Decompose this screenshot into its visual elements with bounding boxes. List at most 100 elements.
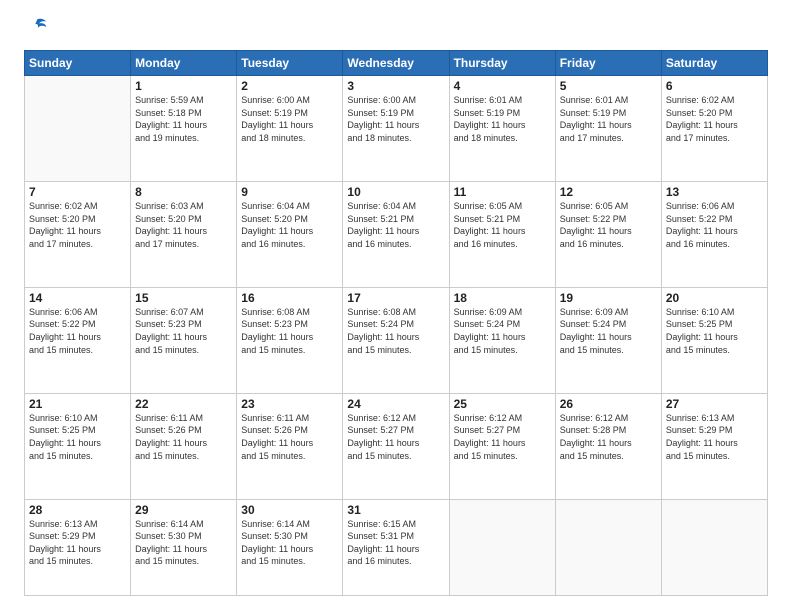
table-cell: 21Sunrise: 6:10 AM Sunset: 5:25 PM Dayli… — [25, 393, 131, 499]
table-cell: 24Sunrise: 6:12 AM Sunset: 5:27 PM Dayli… — [343, 393, 449, 499]
day-number: 30 — [241, 503, 338, 517]
table-cell: 16Sunrise: 6:08 AM Sunset: 5:23 PM Dayli… — [237, 287, 343, 393]
day-number: 20 — [666, 291, 763, 305]
table-cell: 6Sunrise: 6:02 AM Sunset: 5:20 PM Daylig… — [661, 76, 767, 182]
day-number: 23 — [241, 397, 338, 411]
day-info: Sunrise: 6:04 AM Sunset: 5:20 PM Dayligh… — [241, 200, 338, 250]
day-number: 18 — [454, 291, 551, 305]
day-info: Sunrise: 6:01 AM Sunset: 5:19 PM Dayligh… — [454, 94, 551, 144]
day-info: Sunrise: 6:00 AM Sunset: 5:19 PM Dayligh… — [347, 94, 444, 144]
day-number: 27 — [666, 397, 763, 411]
day-info: Sunrise: 6:05 AM Sunset: 5:22 PM Dayligh… — [560, 200, 657, 250]
day-info: Sunrise: 6:11 AM Sunset: 5:26 PM Dayligh… — [241, 412, 338, 462]
table-cell: 19Sunrise: 6:09 AM Sunset: 5:24 PM Dayli… — [555, 287, 661, 393]
table-cell: 9Sunrise: 6:04 AM Sunset: 5:20 PM Daylig… — [237, 181, 343, 287]
table-cell: 8Sunrise: 6:03 AM Sunset: 5:20 PM Daylig… — [131, 181, 237, 287]
table-cell: 15Sunrise: 6:07 AM Sunset: 5:23 PM Dayli… — [131, 287, 237, 393]
day-number: 9 — [241, 185, 338, 199]
day-number: 1 — [135, 79, 232, 93]
table-cell: 26Sunrise: 6:12 AM Sunset: 5:28 PM Dayli… — [555, 393, 661, 499]
day-info: Sunrise: 6:06 AM Sunset: 5:22 PM Dayligh… — [29, 306, 126, 356]
table-cell: 31Sunrise: 6:15 AM Sunset: 5:31 PM Dayli… — [343, 499, 449, 595]
day-info: Sunrise: 6:09 AM Sunset: 5:24 PM Dayligh… — [454, 306, 551, 356]
day-info: Sunrise: 6:07 AM Sunset: 5:23 PM Dayligh… — [135, 306, 232, 356]
table-cell: 25Sunrise: 6:12 AM Sunset: 5:27 PM Dayli… — [449, 393, 555, 499]
day-info: Sunrise: 6:14 AM Sunset: 5:30 PM Dayligh… — [135, 518, 232, 568]
day-info: Sunrise: 6:03 AM Sunset: 5:20 PM Dayligh… — [135, 200, 232, 250]
day-number: 4 — [454, 79, 551, 93]
col-saturday: Saturday — [661, 51, 767, 76]
day-number: 31 — [347, 503, 444, 517]
table-cell: 18Sunrise: 6:09 AM Sunset: 5:24 PM Dayli… — [449, 287, 555, 393]
day-info: Sunrise: 6:13 AM Sunset: 5:29 PM Dayligh… — [29, 518, 126, 568]
day-number: 5 — [560, 79, 657, 93]
table-cell: 4Sunrise: 6:01 AM Sunset: 5:19 PM Daylig… — [449, 76, 555, 182]
day-number: 25 — [454, 397, 551, 411]
day-info: Sunrise: 6:02 AM Sunset: 5:20 PM Dayligh… — [29, 200, 126, 250]
day-number: 3 — [347, 79, 444, 93]
day-number: 14 — [29, 291, 126, 305]
day-info: Sunrise: 6:08 AM Sunset: 5:24 PM Dayligh… — [347, 306, 444, 356]
day-number: 2 — [241, 79, 338, 93]
col-wednesday: Wednesday — [343, 51, 449, 76]
day-info: Sunrise: 6:12 AM Sunset: 5:27 PM Dayligh… — [454, 412, 551, 462]
day-info: Sunrise: 6:13 AM Sunset: 5:29 PM Dayligh… — [666, 412, 763, 462]
table-cell: 11Sunrise: 6:05 AM Sunset: 5:21 PM Dayli… — [449, 181, 555, 287]
table-cell: 20Sunrise: 6:10 AM Sunset: 5:25 PM Dayli… — [661, 287, 767, 393]
calendar-table: Sunday Monday Tuesday Wednesday Thursday… — [24, 50, 768, 596]
day-info: Sunrise: 6:12 AM Sunset: 5:27 PM Dayligh… — [347, 412, 444, 462]
day-info: Sunrise: 6:08 AM Sunset: 5:23 PM Dayligh… — [241, 306, 338, 356]
day-number: 22 — [135, 397, 232, 411]
table-cell: 1Sunrise: 5:59 AM Sunset: 5:18 PM Daylig… — [131, 76, 237, 182]
calendar-header-row: Sunday Monday Tuesday Wednesday Thursday… — [25, 51, 768, 76]
table-cell — [25, 76, 131, 182]
day-number: 15 — [135, 291, 232, 305]
day-number: 24 — [347, 397, 444, 411]
day-number: 10 — [347, 185, 444, 199]
day-info: Sunrise: 6:01 AM Sunset: 5:19 PM Dayligh… — [560, 94, 657, 144]
page: Sunday Monday Tuesday Wednesday Thursday… — [0, 0, 792, 612]
day-info: Sunrise: 6:02 AM Sunset: 5:20 PM Dayligh… — [666, 94, 763, 144]
col-tuesday: Tuesday — [237, 51, 343, 76]
day-info: Sunrise: 5:59 AM Sunset: 5:18 PM Dayligh… — [135, 94, 232, 144]
day-number: 17 — [347, 291, 444, 305]
table-cell: 10Sunrise: 6:04 AM Sunset: 5:21 PM Dayli… — [343, 181, 449, 287]
table-cell: 27Sunrise: 6:13 AM Sunset: 5:29 PM Dayli… — [661, 393, 767, 499]
day-info: Sunrise: 6:00 AM Sunset: 5:19 PM Dayligh… — [241, 94, 338, 144]
table-cell: 7Sunrise: 6:02 AM Sunset: 5:20 PM Daylig… — [25, 181, 131, 287]
day-number: 19 — [560, 291, 657, 305]
day-info: Sunrise: 6:06 AM Sunset: 5:22 PM Dayligh… — [666, 200, 763, 250]
day-number: 29 — [135, 503, 232, 517]
table-cell: 14Sunrise: 6:06 AM Sunset: 5:22 PM Dayli… — [25, 287, 131, 393]
day-number: 12 — [560, 185, 657, 199]
col-sunday: Sunday — [25, 51, 131, 76]
table-cell: 2Sunrise: 6:00 AM Sunset: 5:19 PM Daylig… — [237, 76, 343, 182]
day-info: Sunrise: 6:14 AM Sunset: 5:30 PM Dayligh… — [241, 518, 338, 568]
table-cell — [661, 499, 767, 595]
logo — [24, 20, 48, 38]
day-number: 16 — [241, 291, 338, 305]
day-info: Sunrise: 6:10 AM Sunset: 5:25 PM Dayligh… — [666, 306, 763, 356]
day-info: Sunrise: 6:15 AM Sunset: 5:31 PM Dayligh… — [347, 518, 444, 568]
header — [24, 20, 768, 38]
day-number: 7 — [29, 185, 126, 199]
table-cell: 13Sunrise: 6:06 AM Sunset: 5:22 PM Dayli… — [661, 181, 767, 287]
day-info: Sunrise: 6:05 AM Sunset: 5:21 PM Dayligh… — [454, 200, 551, 250]
day-number: 13 — [666, 185, 763, 199]
table-cell: 29Sunrise: 6:14 AM Sunset: 5:30 PM Dayli… — [131, 499, 237, 595]
table-cell: 3Sunrise: 6:00 AM Sunset: 5:19 PM Daylig… — [343, 76, 449, 182]
col-friday: Friday — [555, 51, 661, 76]
day-info: Sunrise: 6:09 AM Sunset: 5:24 PM Dayligh… — [560, 306, 657, 356]
logo-bird-icon — [26, 16, 48, 38]
table-cell: 30Sunrise: 6:14 AM Sunset: 5:30 PM Dayli… — [237, 499, 343, 595]
day-info: Sunrise: 6:12 AM Sunset: 5:28 PM Dayligh… — [560, 412, 657, 462]
day-number: 11 — [454, 185, 551, 199]
col-thursday: Thursday — [449, 51, 555, 76]
table-cell: 12Sunrise: 6:05 AM Sunset: 5:22 PM Dayli… — [555, 181, 661, 287]
table-cell: 5Sunrise: 6:01 AM Sunset: 5:19 PM Daylig… — [555, 76, 661, 182]
table-cell: 22Sunrise: 6:11 AM Sunset: 5:26 PM Dayli… — [131, 393, 237, 499]
day-info: Sunrise: 6:11 AM Sunset: 5:26 PM Dayligh… — [135, 412, 232, 462]
day-info: Sunrise: 6:04 AM Sunset: 5:21 PM Dayligh… — [347, 200, 444, 250]
table-cell: 23Sunrise: 6:11 AM Sunset: 5:26 PM Dayli… — [237, 393, 343, 499]
col-monday: Monday — [131, 51, 237, 76]
